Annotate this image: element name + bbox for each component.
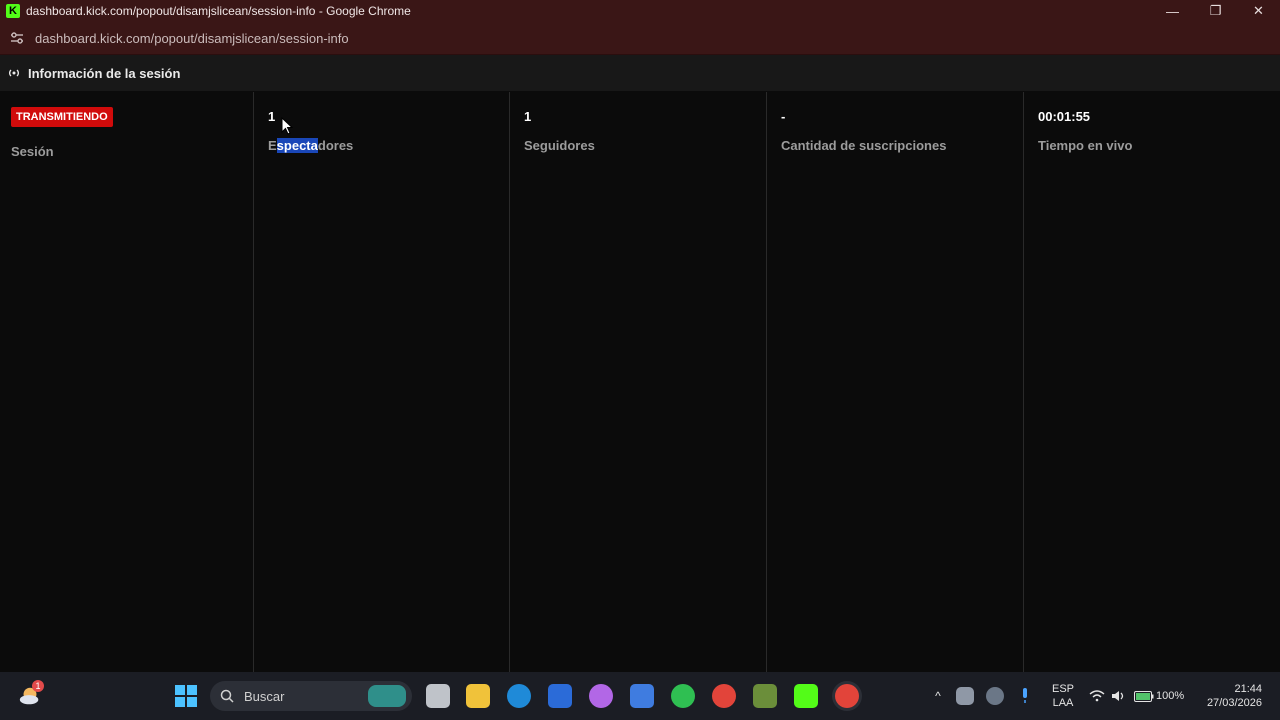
chrome-icon[interactable] [712, 684, 736, 708]
status-badge: TRANSMITIENDO [11, 107, 113, 127]
file-explorer-icon[interactable] [466, 684, 490, 708]
viewers-label-selected: specta [276, 138, 318, 153]
session-stats: TRANSMITIENDO Sesión 1 Espectadores 1 Se… [0, 92, 1280, 672]
viewers-column: 1 Espectadores [254, 92, 510, 672]
viewers-label-post: dores [317, 138, 354, 153]
viewers-label: Espectadores [268, 138, 353, 153]
page-title: Información de la sesión [28, 65, 181, 81]
taskbar-search[interactable]: Buscar [210, 681, 412, 711]
chevron-up-icon[interactable]: ^ [926, 684, 950, 708]
battery-icon[interactable] [1133, 687, 1155, 705]
search-icon [220, 689, 234, 703]
start-icon[interactable] [174, 684, 198, 708]
microphone-icon[interactable] [1016, 687, 1034, 705]
live-time-column: 00:01:55 Tiempo en vivo [1024, 92, 1280, 672]
window-title: dashboard.kick.com/popout/disamjslicean/… [26, 4, 411, 18]
minimize-button[interactable]: — [1151, 0, 1194, 22]
chrome-active-icon[interactable] [835, 684, 859, 708]
followers-label: Seguidores [524, 138, 595, 153]
search-highlight-icon [368, 685, 406, 707]
close-button[interactable]: ✕ [1237, 0, 1280, 22]
panel-header: Información de la sesión [0, 55, 1280, 91]
session-column: TRANSMITIENDO Sesión [0, 92, 254, 672]
minecraft-icon[interactable] [753, 684, 777, 708]
copilot-icon[interactable] [589, 684, 613, 708]
live-time-label: Tiempo en vivo [1038, 138, 1133, 153]
window-titlebar: K dashboard.kick.com/popout/disamjslicea… [0, 0, 1280, 22]
window-controls: — ❐ ✕ [1151, 0, 1280, 22]
restore-button[interactable]: ❐ [1194, 0, 1237, 22]
broadcast-icon [8, 67, 20, 79]
app-icon[interactable] [548, 684, 572, 708]
subscriptions-value: - [781, 109, 786, 124]
edge-browser-icon[interactable] [507, 684, 531, 708]
session-label: Sesión [11, 144, 54, 159]
weather-badge: 1 [32, 680, 44, 692]
followers-column: 1 Seguidores [510, 92, 767, 672]
kick-logo-icon: K [6, 4, 20, 18]
site-info-icon[interactable] [9, 30, 25, 46]
clock-date: 27/03/2026 [1206, 697, 1262, 709]
battery-percent: 100% [1156, 690, 1185, 702]
subscriptions-label: Cantidad de suscripciones [781, 138, 947, 153]
whatsapp-icon[interactable] [671, 684, 695, 708]
followers-value: 1 [524, 109, 532, 124]
volume-icon[interactable] [1110, 687, 1128, 705]
language-top: ESP [1051, 683, 1074, 695]
clock-time: 21:44 [1234, 683, 1262, 695]
search-label: Buscar [244, 688, 285, 704]
kick-app-icon[interactable] [794, 684, 818, 708]
store-icon[interactable] [630, 684, 654, 708]
address-bar[interactable]: dashboard.kick.com/popout/disamjslicean/… [0, 22, 1280, 55]
viewers-label-pre: E [268, 138, 277, 153]
mouse-cursor-icon [281, 117, 293, 135]
url-text[interactable]: dashboard.kick.com/popout/disamjslicean/… [35, 31, 349, 46]
language-bottom: LAA [1052, 697, 1074, 709]
live-time-value: 00:01:55 [1038, 109, 1091, 124]
clock[interactable]: 21:44 27/03/2026 [1196, 682, 1262, 710]
viewers-value: 1 [268, 109, 276, 124]
tray-app-icon[interactable] [956, 687, 974, 705]
subscriptions-column: - Cantidad de suscripciones [767, 92, 1024, 672]
cloud-icon[interactable] [986, 687, 1004, 705]
wifi-icon[interactable] [1088, 687, 1106, 705]
taskbar: 1 Buscar ^ ESP LAA 100% 21:44 27/03/2026 [0, 672, 1280, 720]
language-indicator[interactable]: ESP LAA [1050, 682, 1076, 710]
task-view-icon[interactable] [426, 684, 450, 708]
